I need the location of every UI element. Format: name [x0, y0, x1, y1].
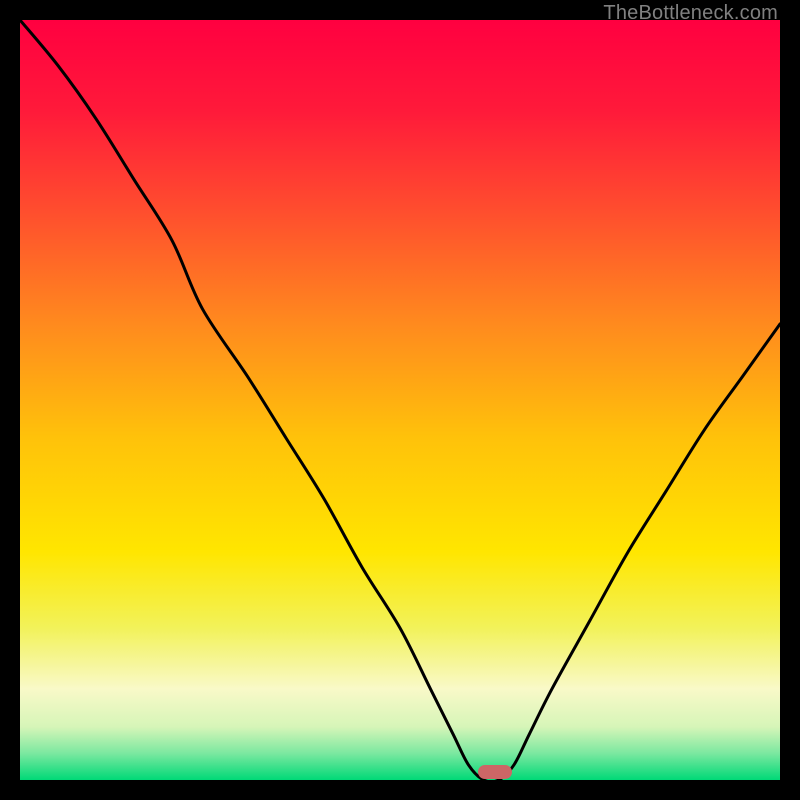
optimal-marker — [478, 765, 512, 779]
watermark-text: TheBottleneck.com — [603, 2, 778, 25]
bottleneck-curve — [20, 20, 780, 780]
plot-area — [20, 20, 780, 780]
chart-frame: TheBottleneck.com — [0, 0, 800, 800]
